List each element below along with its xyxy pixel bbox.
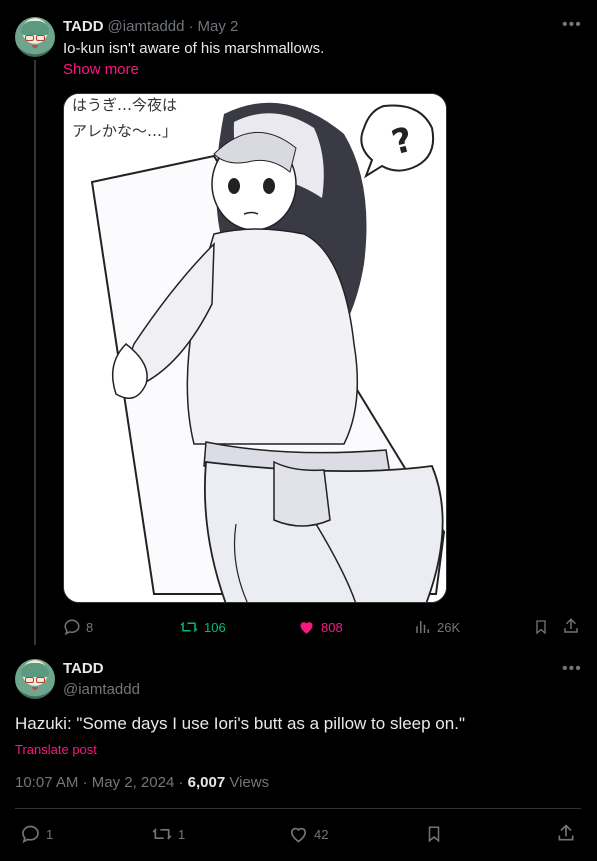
like-button[interactable]: 808 (297, 618, 343, 636)
views-icon (416, 621, 429, 633)
divider (15, 808, 581, 809)
thread-line (34, 60, 36, 645)
meta-separator: · (82, 774, 88, 791)
share-icon (564, 618, 578, 633)
bookmark-icon (428, 826, 440, 843)
image-jp-line1: はうぎ…今夜は (72, 96, 177, 114)
image-jp-line2: アレかな〜…」 (72, 122, 177, 140)
repost-count: 106 (204, 619, 226, 635)
reply-button[interactable]: 1 (20, 824, 53, 844)
meta-separator: · (178, 774, 184, 791)
avatar[interactable] (15, 17, 55, 57)
author-handle[interactable]: @iamtaddd (108, 18, 185, 35)
post-header: TADD @iamtaddd · May 2 (63, 18, 238, 35)
author-name[interactable]: TADD (63, 660, 104, 677)
reply-count: 8 (86, 619, 94, 635)
views-count: 6,007 (187, 774, 226, 791)
repost-button[interactable]: 1 (151, 824, 185, 844)
header-separator: · (188, 18, 194, 35)
like-icon (290, 827, 307, 843)
more-icon[interactable]: ••• (562, 660, 582, 678)
like-button[interactable]: 42 (288, 824, 328, 844)
share-icon (558, 824, 574, 841)
avatar[interactable] (15, 659, 55, 699)
views-button[interactable]: 26K (414, 618, 460, 636)
author-handle[interactable]: @iamtaddd (63, 681, 140, 698)
reply-count: 1 (46, 826, 54, 842)
more-icon[interactable]: ••• (562, 16, 582, 34)
post-time[interactable]: 10:07 AM (15, 774, 78, 791)
reply-button[interactable]: 8 (63, 618, 93, 636)
share-button[interactable] (562, 617, 580, 635)
like-count: 808 (321, 619, 343, 635)
bookmark-icon (536, 620, 546, 635)
translate-post-link[interactable]: Translate post (15, 742, 97, 757)
views-label: Views (229, 774, 270, 791)
bookmark-button[interactable] (425, 824, 443, 844)
like-count: 42 (314, 826, 329, 842)
repost-count: 1 (178, 826, 186, 842)
views-count: 26K (437, 619, 461, 635)
repost-icon (152, 828, 172, 840)
post-text: Hazuki: "Some days I use Iori's butt as … (15, 714, 465, 733)
show-more-link[interactable]: Show more (63, 61, 139, 78)
post-date[interactable]: May 2, 2024 (92, 774, 175, 791)
like-icon (300, 622, 313, 634)
repost-button[interactable]: 106 (179, 618, 226, 636)
reply-icon (64, 619, 80, 636)
post-meta: 10:07 AM · May 2, 2024 · 6,007 Views (15, 774, 269, 791)
repost-icon (180, 621, 198, 633)
reply-icon (22, 825, 39, 844)
share-button[interactable] (556, 823, 576, 843)
author-name[interactable]: TADD (63, 18, 104, 35)
bookmark-button[interactable] (533, 618, 549, 636)
post-date[interactable]: May 2 (197, 18, 238, 35)
manga-illustration: はうぎ…今夜は アレかな〜…」 ? (64, 94, 446, 602)
post-image[interactable]: はうぎ…今夜は アレかな〜…」 ? (63, 93, 447, 603)
post-text: Io-kun isn't aware of his marshmallows. (63, 40, 325, 57)
